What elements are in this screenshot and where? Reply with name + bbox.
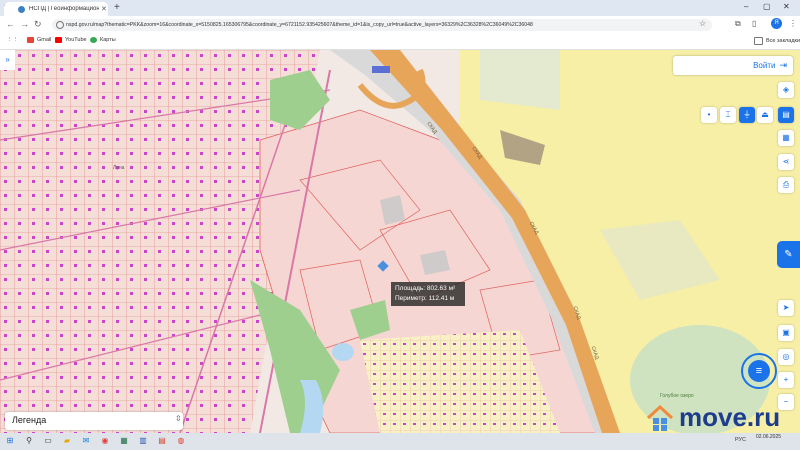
area-value: Площадь: 802.63 м² (395, 285, 456, 292)
browser-tab-bar: НСПД | Геоинформационный ✕ + – ▢ ✕ (0, 0, 800, 16)
search-icon[interactable]: ⚲ (24, 436, 34, 446)
measurement-tooltip: Площадь: 802.63 м² Периметр: 112.41 м (391, 282, 465, 306)
print-tool-button[interactable]: ▤ (778, 107, 794, 123)
tab-title: НСПД | Геоинформационный (29, 6, 99, 12)
watermark: move.ru (645, 402, 780, 433)
folder-icon (754, 37, 763, 45)
gmail-icon (27, 37, 34, 43)
legend-title: Легенда (12, 415, 47, 425)
language-indicator[interactable]: РУС (735, 437, 746, 443)
place-label: Луна (113, 165, 125, 171)
excel-icon[interactable]: ▦ (119, 436, 129, 446)
maximize-icon[interactable]: ▢ (763, 2, 771, 11)
extensions-icon[interactable]: ⧉ (735, 19, 741, 29)
zoom-out-button[interactable]: − (778, 394, 794, 410)
address-field[interactable]: nspd.gov.ru/map?thematic=PKK&zoom=16&coo… (52, 19, 712, 31)
perimeter-value: Периметр: 112.41 м (395, 295, 455, 302)
feedback-side-tab[interactable]: ✎ (777, 241, 800, 268)
bookmarks-bar (0, 34, 800, 50)
sidepanel-icon[interactable]: ▯ (752, 19, 756, 28)
house-logo-icon (646, 404, 674, 431)
geolocate-button[interactable]: ➤ (778, 300, 794, 316)
share-tool-button[interactable]: ⋖ (778, 154, 794, 170)
watermark-text: move.ru (679, 402, 781, 432)
start-icon[interactable]: ⊞ (5, 436, 15, 446)
site-favicon-icon (18, 5, 25, 13)
basemap-button[interactable]: ▣ (778, 325, 794, 341)
expand-sidebar-button[interactable]: » (0, 50, 15, 70)
maps-icon (90, 37, 97, 43)
site-info-icon[interactable] (56, 21, 64, 29)
forward-icon[interactable]: → (20, 19, 29, 29)
chat-icon: ≡ (748, 360, 770, 382)
minimize-icon[interactable]: – (744, 2, 748, 11)
date-text: 02.06.2025 (756, 434, 782, 440)
point-tool-button[interactable]: • (701, 107, 717, 123)
map-canvas (0, 50, 800, 433)
login-button[interactable]: Войти ⇥ (673, 56, 793, 75)
profile-avatar[interactable]: Я (771, 18, 782, 29)
app-icon[interactable]: ◉ (100, 436, 110, 446)
apps-grid-icon[interactable]: ⋮⋮ (7, 37, 18, 43)
file-explorer-icon[interactable]: ▰ (62, 436, 72, 446)
login-arrow-icon: ⇥ (779, 60, 787, 70)
close-window-icon[interactable]: ✕ (783, 2, 790, 11)
bookmark-maps[interactable]: Карты (90, 37, 116, 43)
powerpoint-icon[interactable]: ▤ (157, 436, 167, 446)
bookmark-gmail[interactable]: Gmail (27, 37, 51, 43)
my-location-button[interactable]: ◎ (778, 349, 794, 365)
task-view-icon[interactable]: ▭ (43, 436, 53, 446)
back-icon[interactable]: ← (6, 19, 15, 29)
report-tool-button[interactable]: ▦ (778, 130, 794, 146)
lake-label: Голубое озеро (660, 393, 694, 399)
mail-icon[interactable]: ✉ (81, 436, 91, 446)
chat-button[interactable]: ≡ (741, 353, 777, 389)
print-map-button[interactable]: ⎙ (778, 177, 794, 193)
chevron-updown-icon[interactable]: ⇳ (175, 414, 182, 423)
browser-menu-icon[interactable]: ⋮ (789, 19, 797, 28)
url-text: nspd.gov.ru/map?thematic=PKK&zoom=16&coo… (66, 22, 533, 28)
bookmark-youtube[interactable]: YouTube (55, 37, 87, 43)
word-icon[interactable]: ▥ (138, 436, 148, 446)
new-tab-button[interactable]: + (114, 2, 120, 13)
all-bookmarks[interactable]: Все закладки (754, 37, 800, 45)
line-tool-button[interactable]: ⌶ (720, 107, 736, 123)
tab-close-icon[interactable]: ✕ (101, 5, 107, 13)
legend-panel[interactable]: Легенда ⇳ (5, 412, 183, 430)
layers-tool-button[interactable]: ◈ (778, 82, 794, 98)
chrome-icon[interactable]: ◍ (176, 436, 186, 446)
area-measure-tool-button[interactable]: ⏚ (739, 107, 755, 123)
browser-tab[interactable]: НСПД | Геоинформационный ✕ (4, 2, 108, 16)
youtube-icon (55, 37, 62, 43)
clock[interactable]: 02.06.2025 (756, 434, 781, 441)
measure-tool-button[interactable]: ⏏ (757, 107, 773, 123)
cadastral-map[interactable]: СКАД СКАД СКАД СКАД СКАД Голубое озеро Л… (0, 50, 800, 433)
zoom-in-button[interactable]: + (778, 372, 794, 388)
pond (332, 343, 354, 361)
bookmark-star-icon[interactable]: ☆ (699, 19, 706, 28)
reload-icon[interactable]: ↻ (34, 19, 42, 30)
